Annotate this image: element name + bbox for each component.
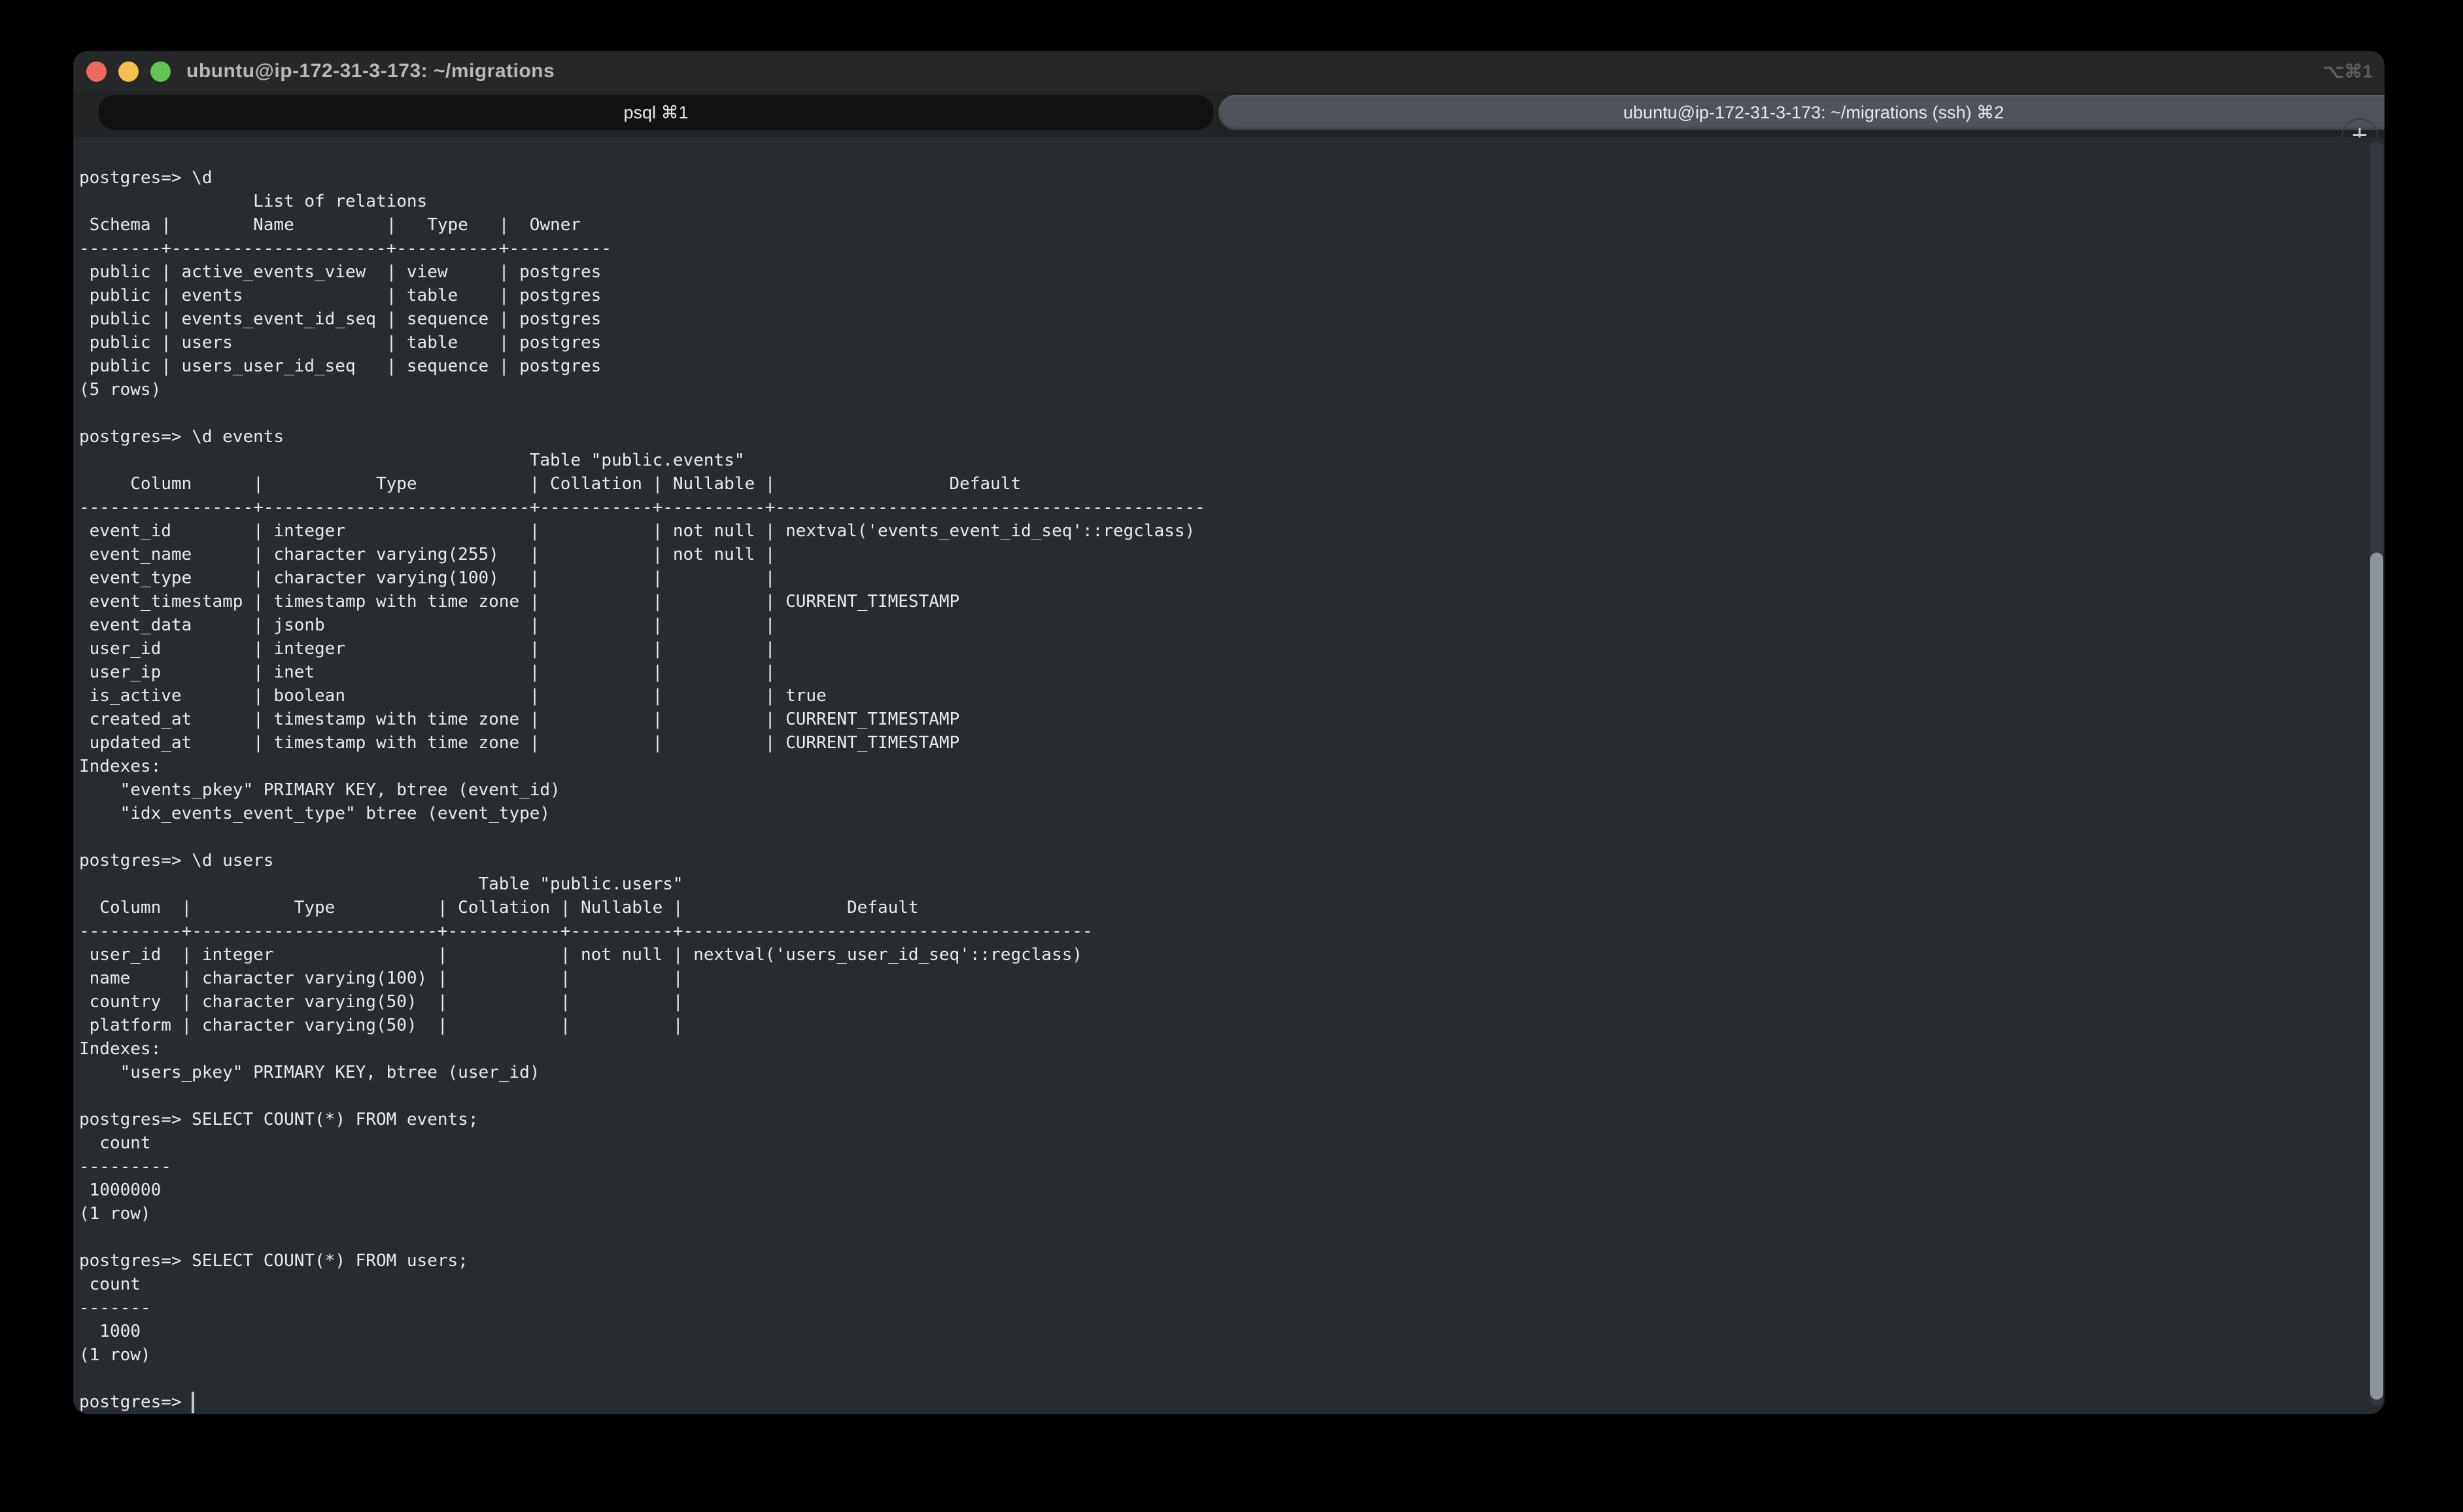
- tab-ssh-migrations[interactable]: ubuntu@ip-172-31-3-173: ~/migrations (ss…: [1218, 95, 2385, 130]
- zoom-button-icon[interactable]: [150, 61, 171, 82]
- traffic-lights: [86, 61, 171, 82]
- close-button-icon[interactable]: [86, 61, 107, 82]
- scrollbar-thumb[interactable]: [2370, 553, 2383, 1400]
- tab-bar: psql ⌘1 ubuntu@ip-172-31-3-173: ~/migrat…: [73, 92, 2385, 137]
- tab-psql-label: psql ⌘1: [623, 103, 688, 123]
- terminal-screen[interactable]: postgres=> \d List of relations Schema |…: [73, 137, 2385, 1414]
- tab-ssh-migrations-label: ubuntu@ip-172-31-3-173: ~/migrations (ss…: [1623, 103, 2004, 123]
- titlebar[interactable]: ubuntu@ip-172-31-3-173: ~/migrations ⌥⌘1: [73, 51, 2385, 92]
- terminal-window: ubuntu@ip-172-31-3-173: ~/migrations ⌥⌘1…: [73, 51, 2385, 1414]
- titlebar-shortcut-label: ⌥⌘1: [2323, 61, 2373, 82]
- minimize-button-icon[interactable]: [118, 61, 139, 82]
- terminal-output: postgres=> \d List of relations Schema |…: [79, 166, 1205, 1414]
- terminal-cursor: [192, 1392, 194, 1413]
- tab-psql[interactable]: psql ⌘1: [98, 95, 1214, 130]
- window-title: ubuntu@ip-172-31-3-173: ~/migrations: [186, 60, 555, 82]
